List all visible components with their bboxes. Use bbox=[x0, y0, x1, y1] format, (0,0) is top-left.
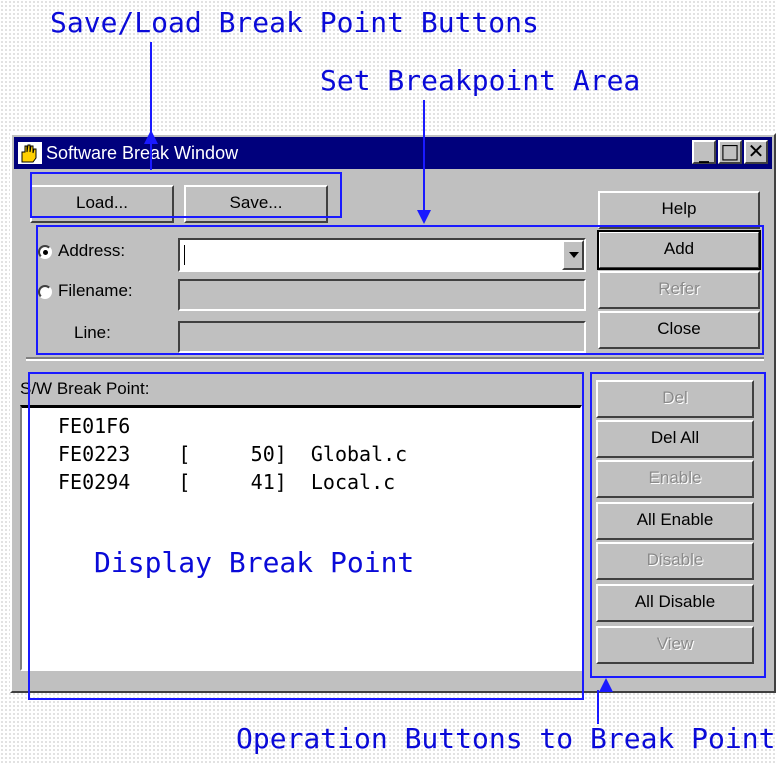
title-bar[interactable]: Software Break Window _ □ ✕ bbox=[14, 137, 772, 169]
annotation-operation: Operation Buttons to Break Points bbox=[236, 722, 776, 755]
operation-highlight bbox=[590, 372, 766, 678]
close-window-button[interactable]: ✕ bbox=[744, 140, 768, 164]
display-highlight bbox=[28, 372, 584, 700]
operation-pointer-line bbox=[597, 690, 599, 724]
minimize-button[interactable]: _ bbox=[692, 140, 716, 164]
save-load-pointer-line bbox=[150, 42, 152, 170]
annotation-set-area: Set Breakpoint Area bbox=[320, 64, 641, 97]
save-load-arrow bbox=[144, 130, 158, 144]
annotation-save-load: Save/Load Break Point Buttons bbox=[50, 6, 539, 39]
hand-icon bbox=[18, 142, 42, 164]
separator bbox=[26, 357, 764, 361]
set-area-highlight bbox=[36, 225, 764, 355]
save-load-highlight bbox=[30, 172, 342, 218]
help-button[interactable]: Help bbox=[598, 191, 760, 229]
maximize-button[interactable]: □ bbox=[718, 140, 742, 164]
window-title: Software Break Window bbox=[46, 143, 239, 163]
operation-arrow bbox=[599, 678, 613, 692]
set-area-arrow bbox=[417, 210, 431, 224]
set-area-pointer-line bbox=[423, 100, 425, 210]
